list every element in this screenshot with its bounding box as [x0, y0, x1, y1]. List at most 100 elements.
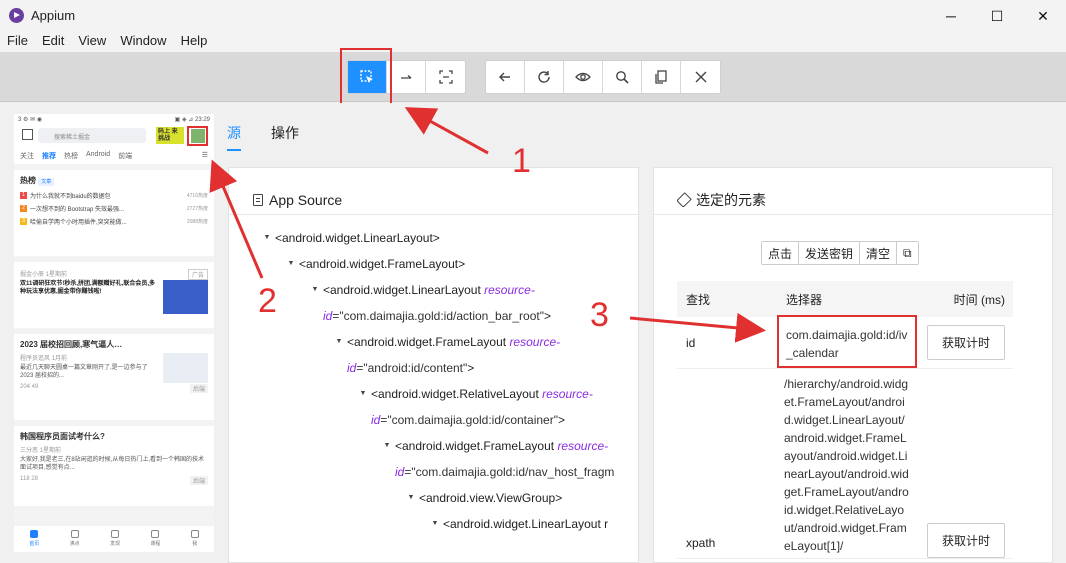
menu-file[interactable]: File [0, 32, 35, 52]
hot-item-rank: 2 [20, 205, 27, 212]
phone-nav-pins[interactable]: 沸点 [70, 530, 80, 552]
phone-nav-discover[interactable]: 发现 [110, 530, 120, 552]
header-find-by: 查找 [686, 292, 711, 307]
element-actions: 点击 发送密钥 清空 ⧉ [761, 241, 919, 265]
annotation-label-2: 2 [258, 282, 277, 320]
selected-element-title: 选定的元素 [696, 192, 766, 208]
phone-menu-icon[interactable]: ☰ [202, 151, 208, 164]
phone-nav-course[interactable]: 课程 [150, 530, 160, 552]
menu-view[interactable]: View [71, 32, 113, 52]
tree-node[interactable]: ▼ <android.view.ViewGroup> [259, 485, 638, 511]
copy-attributes-icon[interactable]: ⧉ [897, 242, 918, 264]
phone-banner[interactable]: 码上 来挑战 [156, 127, 184, 144]
tab-actions[interactable]: 操作 [271, 123, 299, 151]
tap-by-coordinates-icon[interactable] [426, 61, 465, 93]
selector-cell[interactable]: com.daimajia.gold:id/iv_calendar [777, 315, 917, 368]
toolbar [0, 52, 1066, 102]
tap-button[interactable]: 点击 [762, 242, 800, 264]
clear-button[interactable]: 清空 [860, 242, 898, 264]
menu-edit[interactable]: Edit [35, 32, 71, 52]
phone-nav-me[interactable]: 我 [190, 530, 199, 552]
phone-status-bar: 3 ⚙ ✉ ◉ ▣ ◈ ⊿ 23:29 [14, 114, 214, 124]
phone-tab-recommend[interactable]: 推荐 [42, 151, 56, 164]
send-keys-button[interactable]: 发送密钥 [799, 242, 861, 264]
phone-tab-frontend[interactable]: 前端 [118, 151, 132, 164]
caret-down-icon[interactable]: ▼ [283, 251, 299, 277]
device-screenshot[interactable]: 3 ⚙ ✉ ◉ ▣ ◈ ⊿ 23:29 搜索稀土掘金 码上 来挑战 关注 推荐 … [14, 114, 214, 552]
tree-node-tail: > [543, 309, 551, 323]
hot-list-badge: 文章 [38, 178, 55, 186]
tree-node-value: ="com.daimajia.gold:id/container" [380, 413, 558, 427]
app-source-panel: App Source ▼ <android.widget.LinearLayout… [228, 167, 639, 563]
phone-nav-home[interactable]: 首页 [29, 530, 39, 552]
refresh-icon[interactable] [525, 61, 564, 93]
article-title: 韩国程序员面试考什么? [20, 432, 105, 441]
get-timing-button[interactable]: 获取计时 [926, 523, 1005, 558]
caret-down-icon[interactable]: ▼ [307, 277, 323, 303]
annotation-label-3: 3 [590, 296, 609, 334]
article-card[interactable]: 韩国程序员面试考什么? 三分恶 1星期前 大家好,我是老三,在8站闲逛的时候,从… [14, 426, 214, 506]
phone-tab-android[interactable]: Android [86, 151, 110, 164]
article-thumbnail [163, 353, 208, 383]
phone-tab-hot[interactable]: 热榜 [64, 151, 78, 164]
tree-node[interactable]: ▼ <android.widget.FrameLayout> [259, 251, 638, 277]
article-card[interactable]: 2023 届校招回顾,寒气逼人… 程序员追风 1月前 最近几天聊天圆桌一篇文章刚… [14, 334, 214, 420]
book-icon [151, 530, 160, 538]
caret-down-icon[interactable]: ▼ [403, 485, 419, 511]
menu-help[interactable]: Help [174, 32, 215, 52]
caret-down-icon[interactable]: ▼ [355, 381, 371, 407]
phone-search-box[interactable]: 搜索稀土掘金 [38, 128, 146, 143]
source-tree: ▼ <android.widget.LinearLayout> ▼ <android… [229, 215, 638, 537]
tag-icon [676, 192, 692, 208]
caret-down-icon[interactable]: ▼ [379, 433, 395, 459]
hot-item[interactable]: 3 哈偷自学两个小时用插件,突突能做... 2088热度 [20, 215, 208, 228]
flame-icon [70, 530, 79, 538]
search-icon[interactable] [603, 61, 642, 93]
tree-node[interactable]: ▼ <android.widget.LinearLayout> [259, 225, 638, 251]
hot-item[interactable]: 2 一次想不到的 Bootstrap 失效最强... 2727热度 [20, 202, 208, 215]
get-timing-button[interactable]: 获取计时 [926, 325, 1005, 360]
hot-item-text: 哈偷自学两个小时用插件,突突能做... [30, 220, 127, 226]
ad-tag: 广告 [187, 269, 208, 280]
phone-tab-follow[interactable]: 关注 [20, 151, 34, 164]
quit-session-icon[interactable] [681, 61, 720, 93]
ad-meta: 掘金小册 1星期前 [20, 272, 68, 278]
app-source-header: App Source [229, 168, 638, 215]
article-stats: 204 49 [20, 384, 39, 390]
tree-node[interactable]: ▼ <android.widget.FrameLayout resource-id… [259, 329, 638, 381]
app-source-title: App Source [269, 192, 343, 208]
ad-card[interactable]: 掘金小册 1星期前 广告 双11调研狂欢节!秒杀,拼团,满额赠好礼,联合会员,多种… [14, 262, 214, 328]
show-hide-icon[interactable] [564, 61, 603, 93]
maximize-button[interactable]: ☐ [974, 0, 1020, 32]
phone-calendar-left-icon[interactable] [22, 129, 33, 140]
hot-list-card[interactable]: 热榜 文章 1 为什么我就不到baidu的数据包 4716热度 2 一次想不到的 Bo… [14, 170, 214, 256]
minimize-button[interactable]: ─ [928, 0, 974, 32]
find-by-cell: xpath [686, 536, 716, 550]
tree-node-tag: <android.widget.FrameLayout [347, 335, 510, 349]
home-icon [30, 530, 39, 538]
tab-source[interactable]: 源 [227, 123, 241, 151]
caret-down-icon[interactable]: ▼ [427, 511, 443, 537]
phone-status-right: ▣ ◈ ⊿ 23:29 [174, 117, 210, 123]
tree-node[interactable]: ▼ <android.widget.RelativeLayout resource… [259, 381, 638, 433]
tree-node[interactable]: ▼ <android.widget.LinearLayout resource-i… [259, 277, 638, 329]
copy-xml-icon[interactable] [642, 61, 681, 93]
swipe-icon[interactable] [387, 61, 426, 93]
selector-cell[interactable]: /hierarchy/android.widget.FrameLayout/an… [777, 369, 917, 558]
phone-nav-label: 首页 [29, 541, 40, 547]
hot-item[interactable]: 1 为什么我就不到baidu的数据包 4716热度 [20, 189, 208, 202]
user-icon [190, 530, 199, 538]
phone-bottom-nav: 首页 沸点 发现 课程 我 [14, 526, 214, 552]
caret-down-icon[interactable]: ▼ [331, 329, 347, 355]
tree-node[interactable]: ▼ <android.widget.FrameLayout resource-id… [259, 433, 638, 485]
menu-window[interactable]: Window [113, 32, 173, 52]
tree-node-tag: <android.widget.LinearLayout r [443, 517, 609, 531]
compass-icon [110, 530, 119, 538]
tree-node[interactable]: ▼ <android.widget.LinearLayout r [259, 511, 638, 537]
close-window-button[interactable]: ✕ [1020, 0, 1066, 32]
tree-node-tag: <android.widget.LinearLayout> [275, 231, 440, 245]
back-icon[interactable] [486, 61, 525, 93]
phone-nav-label: 沸点 [69, 541, 80, 547]
caret-down-icon[interactable]: ▼ [259, 225, 275, 251]
inspector-main: 3 ⚙ ✉ ◉ ▣ ◈ ⊿ 23:29 搜索稀土掘金 码上 来挑战 关注 推荐 … [0, 103, 1066, 563]
